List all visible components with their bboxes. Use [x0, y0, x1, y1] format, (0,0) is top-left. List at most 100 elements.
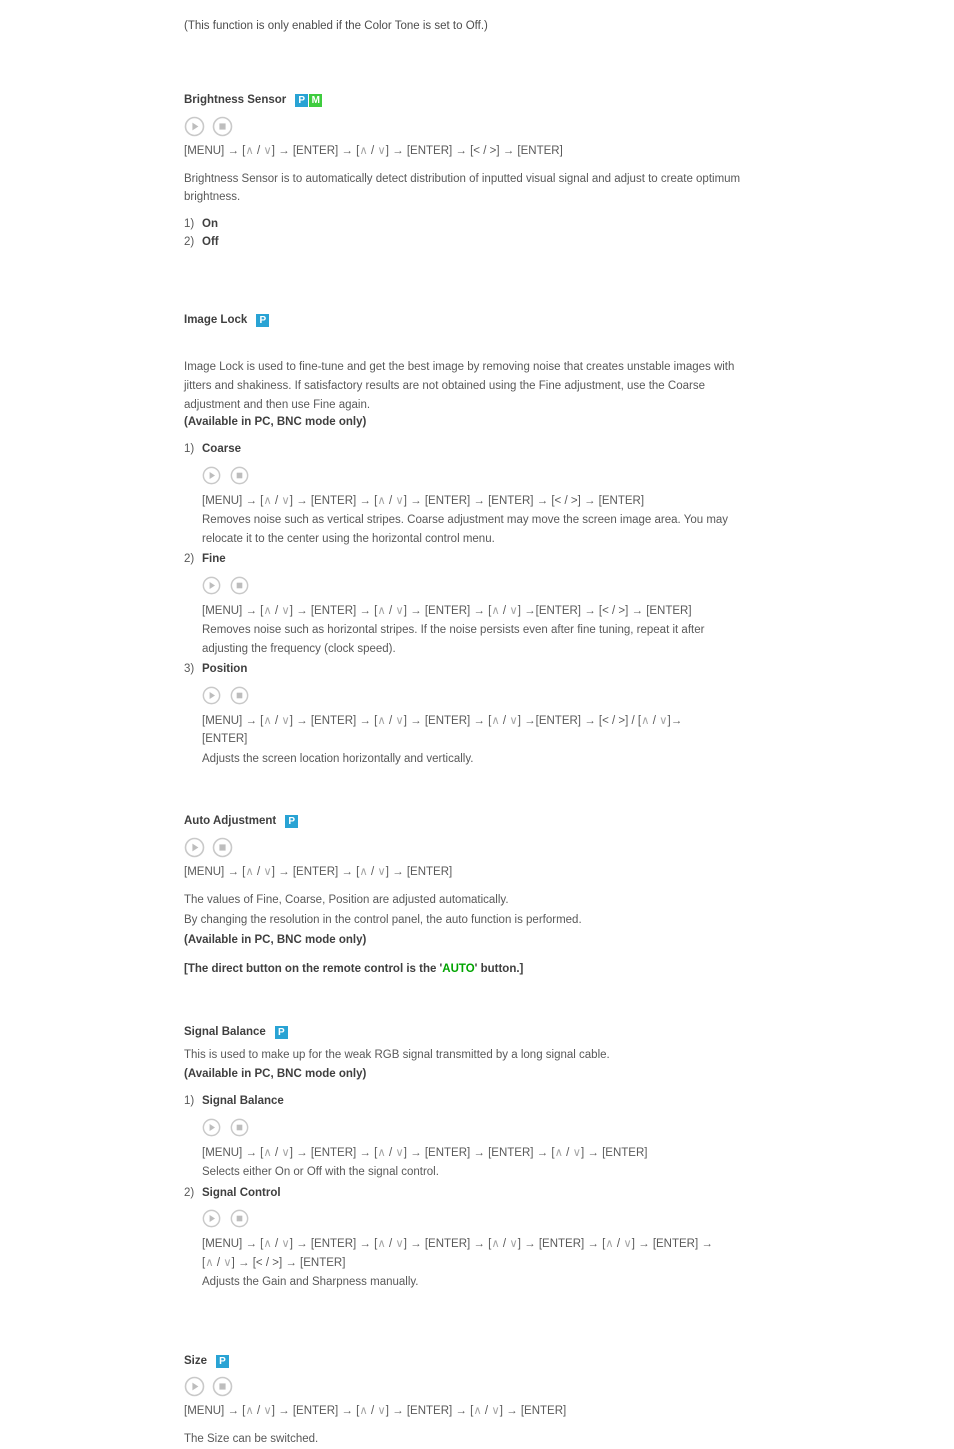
media-mode-badge-icon: M	[309, 93, 323, 107]
color-tone-note: (This function is only enabled if the Co…	[184, 20, 488, 32]
section-heading: Brightness Sensor P M	[184, 93, 744, 108]
list-label: Off	[202, 235, 219, 248]
list-item: 2) Signal Control [MENU] → [∧ / ∨] → [EN…	[184, 1185, 744, 1292]
list-marker: 2)	[184, 235, 195, 248]
media-button-row	[202, 1118, 744, 1139]
pc-mode-badge-icon: P	[256, 314, 270, 328]
play-circle-icon[interactable]	[184, 1376, 205, 1397]
media-button-row	[184, 837, 744, 858]
section-title: Auto Adjustment	[184, 814, 277, 827]
sub-block: [MENU] → [∧ / ∨] → [ENTER] → [∧ / ∨] → […	[202, 686, 744, 768]
availability-note: (Available in PC, BNC mode only)	[184, 416, 367, 429]
pc-mode-badge-icon: P	[216, 1354, 230, 1368]
list-item: 2) Fine [MENU] → [∧ / ∨] → [ENTER] → [∧ …	[184, 551, 744, 658]
menu-path: [MENU] → [∧ / ∨] → [ENTER] → [∧ / ∨] → […	[184, 865, 453, 878]
list-label: Position	[202, 662, 248, 675]
list-marker: 1)	[184, 217, 195, 230]
play-circle-icon[interactable]	[184, 116, 205, 137]
media-button-row	[202, 686, 744, 707]
list-item: 3) Position [MENU] → [∧ / ∨] → [ENTER] →…	[184, 661, 744, 768]
menu-path: [MENU] → [∧ / ∨] → [ENTER] → [∧ / ∨] → […	[202, 1238, 713, 1269]
list-marker: 1)	[184, 1094, 195, 1107]
section-description: Brightness Sensor is to automatically de…	[184, 172, 741, 204]
list-label: Coarse	[202, 443, 241, 455]
option-list: 1) On 2) Off	[184, 216, 744, 252]
sub-item-description: Removes noise such as vertical stripes. …	[202, 514, 729, 545]
list-marker: 2)	[184, 1186, 195, 1199]
stop-circle-icon[interactable]	[230, 1118, 251, 1139]
badge-group: P	[274, 1025, 288, 1039]
menu-path: [MENU] → [∧ / ∨] → [ENTER] → [∧ / ∨] → […	[202, 714, 683, 746]
section-heading: Auto Adjustment P	[184, 814, 744, 829]
play-circle-icon[interactable]	[202, 1209, 223, 1230]
list-marker: 1)	[184, 443, 195, 455]
sub-block: [MENU] → [∧ / ∨] → [ENTER] → [∧ / ∨] → […	[202, 576, 744, 658]
section-description: This is used to make up for the weak RGB…	[184, 1048, 610, 1061]
pc-mode-badge-icon: P	[274, 1025, 288, 1039]
menu-path: [MENU] → [∧ / ∨] → [ENTER] → [∧ / ∨] → […	[184, 144, 563, 157]
badge-group: P	[256, 314, 270, 328]
media-button-row	[202, 1209, 744, 1230]
stop-circle-icon[interactable]	[212, 837, 233, 858]
section-image-lock: Image Lock P Image Lock is used to fine-…	[184, 313, 744, 768]
stop-circle-icon[interactable]	[230, 1209, 251, 1230]
list-label: Fine	[202, 552, 226, 565]
section-heading: Size P	[184, 1354, 744, 1369]
play-circle-icon[interactable]	[202, 686, 223, 707]
section-description-line1: The values of Fine, Coarse, Position are…	[184, 893, 509, 906]
section-size: Size P [MENU] → [∧ / ∨] → [ENTER] → [∧ /…	[184, 1354, 744, 1449]
availability-note: (Available in PC, BNC mode only)	[184, 1068, 367, 1081]
badge-group: P	[285, 814, 299, 828]
pc-mode-badge-icon: P	[295, 93, 309, 107]
section-description: Image Lock is used to fine-tune and get …	[184, 361, 735, 411]
availability-note: (Available in PC, BNC mode only)	[184, 933, 367, 946]
sub-block: [MENU] → [∧ / ∨] → [ENTER] → [∧ / ∨] → […	[202, 1209, 744, 1291]
section-signal-balance: Signal Balance P This is used to make up…	[184, 1025, 744, 1292]
stop-circle-icon[interactable]	[230, 576, 251, 597]
section-brightness-sensor: Brightness Sensor P M [MENU] → [∧ / ∨] →…	[184, 93, 744, 252]
stop-circle-icon[interactable]	[212, 1376, 233, 1397]
sub-item-description: Adjusts the screen location horizontally…	[202, 752, 474, 765]
media-button-row	[202, 466, 744, 487]
play-circle-icon[interactable]	[202, 1118, 223, 1139]
section-title: Size	[184, 1354, 208, 1367]
sub-block: [MENU] → [∧ / ∨] → [ENTER] → [∧ / ∨] → […	[202, 466, 744, 548]
stop-circle-icon[interactable]	[230, 466, 251, 487]
sub-item-description: Adjusts the Gain and Sharpness manually.	[202, 1276, 419, 1289]
section-heading: Signal Balance P	[184, 1025, 744, 1040]
play-circle-icon[interactable]	[202, 576, 223, 597]
badge-group: P	[216, 1354, 230, 1368]
section-heading: Image Lock P	[184, 313, 744, 328]
menu-path: [MENU] → [∧ / ∨] → [ENTER] → [∧ / ∨] → […	[184, 1405, 567, 1418]
list-item: 1) Coarse [MENU] → [∧ / ∨] → [ENTER] → […	[184, 441, 744, 548]
stop-circle-icon[interactable]	[212, 116, 233, 137]
stop-circle-icon[interactable]	[230, 686, 251, 707]
list-item: 1) Signal Balance [MENU] → [∧ / ∨] → [EN…	[184, 1093, 744, 1182]
media-button-row	[202, 576, 744, 597]
section-description: The Size can be switched.	[184, 1433, 319, 1446]
media-button-row	[184, 116, 744, 137]
play-circle-icon[interactable]	[184, 837, 205, 858]
sub-item-description: Selects either On or Off with the signal…	[202, 1166, 439, 1179]
list-item: 2) Off	[184, 234, 744, 252]
sub-item-list: 1) Coarse [MENU] → [∧ / ∨] → [ENTER] → […	[184, 441, 744, 768]
play-circle-icon[interactable]	[202, 466, 223, 487]
manual-page: (This function is only enabled if the Co…	[184, 0, 744, 1449]
section-title: Brightness Sensor	[184, 93, 287, 106]
list-item: 1) On	[184, 216, 744, 234]
list-label: On	[202, 217, 218, 230]
list-marker: 3)	[184, 662, 195, 675]
section-description-line2: By changing the resolution in the contro…	[184, 914, 582, 927]
list-label: Signal Balance	[202, 1094, 284, 1107]
section-title: Signal Balance	[184, 1025, 266, 1038]
list-marker: 2)	[184, 552, 195, 565]
menu-path: [MENU] → [∧ / ∨] → [ENTER] → [∧ / ∨] → […	[202, 494, 645, 507]
